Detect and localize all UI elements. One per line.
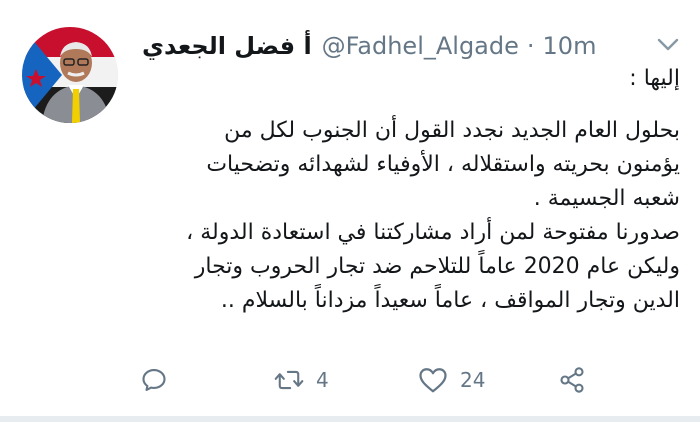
display-name[interactable]: أ فضل الجعدي — [142, 32, 312, 60]
tweet-header: أ فضل الجعدي @Fadhel_Algade · 10m — [142, 26, 596, 66]
tweet-text-line: شعبه الجسيمة . — [533, 186, 680, 211]
tweet-text-line: وليكن عام 2020 عاماً للتلاحم ضد تجار الح… — [194, 254, 680, 279]
tweet-text-line: يؤمنون بحريته واستقلاله ، الأوفياء لشهدا… — [206, 152, 680, 177]
tweet-text-line: بحلول العام الجديد نجدد القول أن الجنوب … — [224, 118, 680, 143]
like-button[interactable]: 24 — [418, 362, 485, 398]
avatar[interactable] — [22, 27, 118, 123]
avatar-photo — [22, 27, 118, 123]
separator-dot: · — [526, 32, 535, 60]
tweet-actions: 4 24 — [130, 362, 600, 398]
tweet-timestamp[interactable]: 10m — [543, 32, 597, 60]
tweet-text-line: إليها : — [629, 66, 680, 91]
heart-icon — [418, 366, 448, 394]
tweet-text-line: الدين وتجار المواقف ، عاماً سعيداً مزدان… — [220, 288, 680, 313]
divider — [0, 416, 700, 422]
retweet-icon — [274, 366, 304, 394]
like-count: 24 — [460, 368, 486, 392]
tweet-text-line: صدورنا مفتوحة لمن أراد مشاركتنا في استعا… — [186, 220, 680, 245]
share-icon — [558, 366, 586, 394]
reply-button[interactable] — [140, 362, 168, 398]
reply-icon — [140, 366, 168, 394]
tweet-card[interactable]: أ فضل الجعدي @Fadhel_Algade · 10m إليها … — [0, 0, 700, 422]
retweet-count: 4 — [316, 368, 329, 392]
user-handle[interactable]: @Fadhel_Algade — [322, 32, 519, 60]
tweet-text: إليها : بحلول العام الجديد نجدد القول أن… — [140, 62, 680, 318]
retweet-button[interactable]: 4 — [274, 362, 329, 398]
chevron-down-icon[interactable] — [654, 34, 682, 56]
share-button[interactable] — [558, 362, 586, 398]
